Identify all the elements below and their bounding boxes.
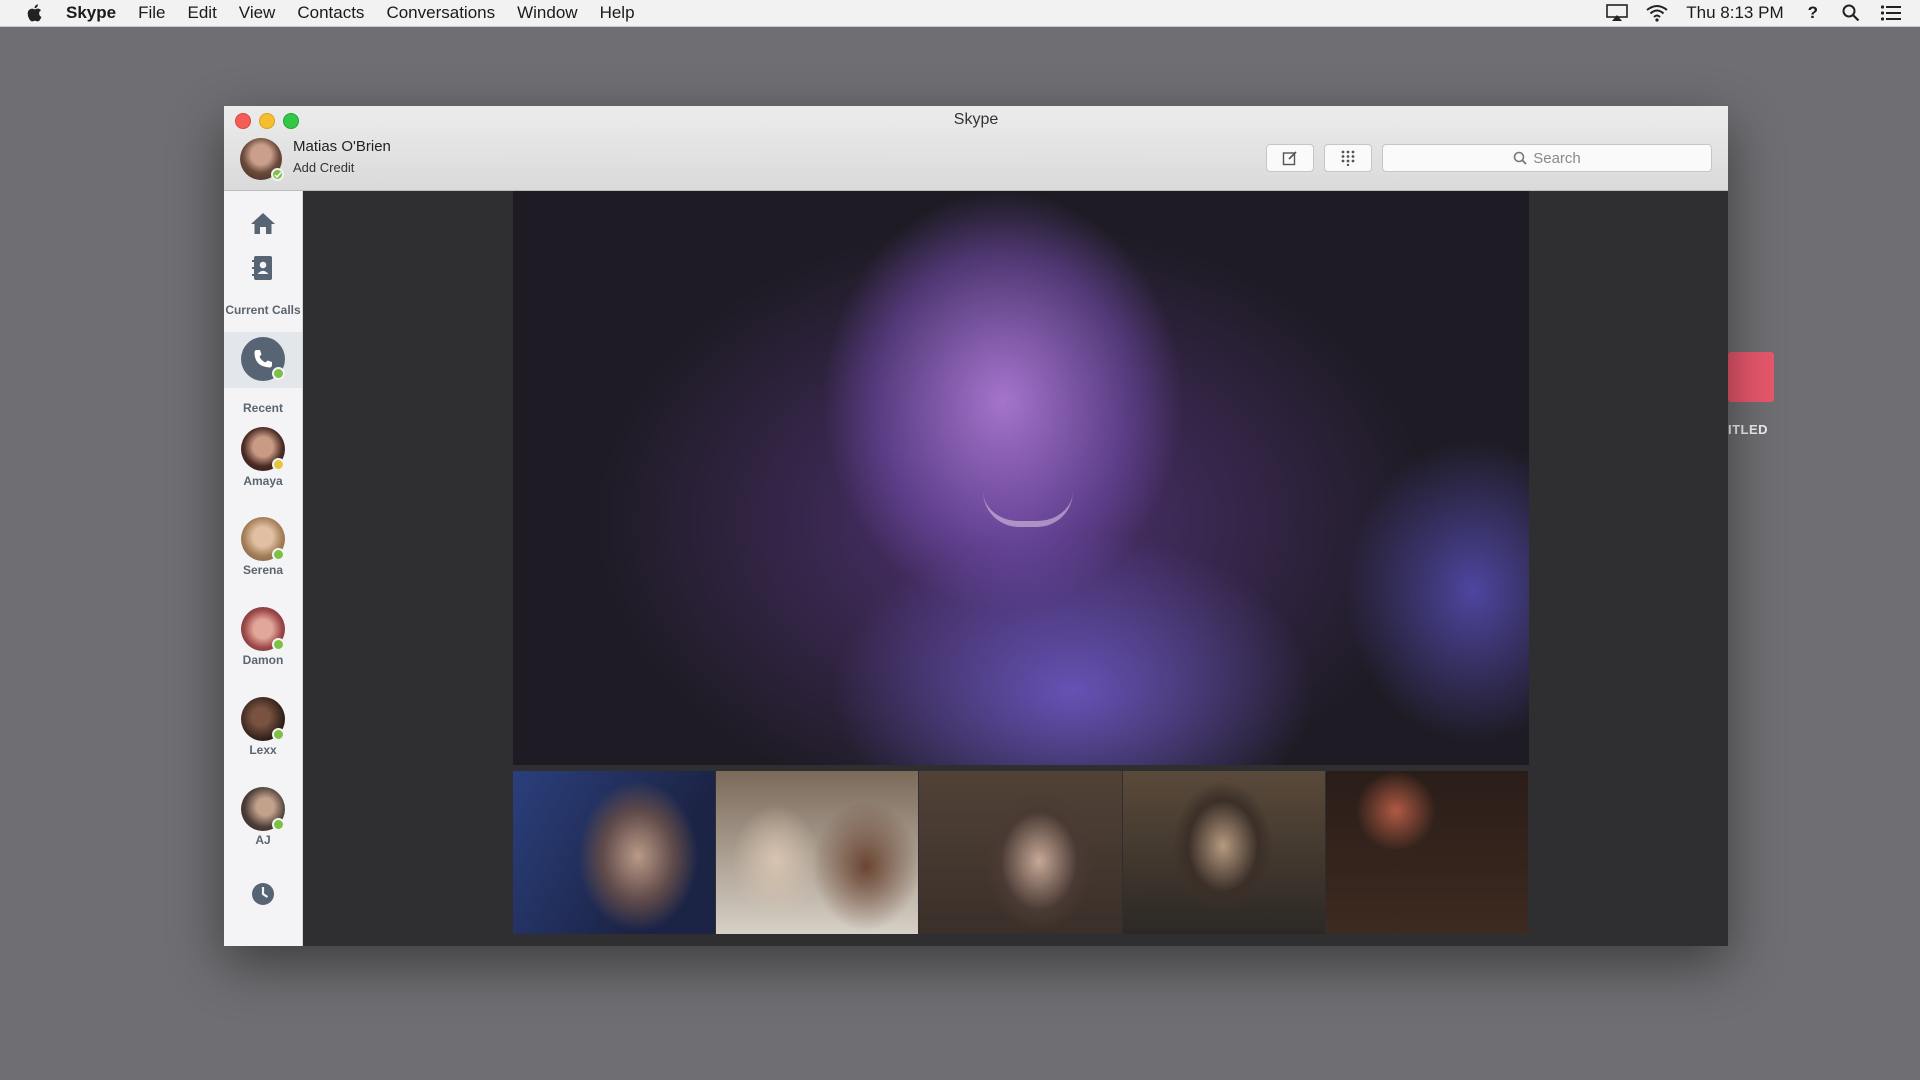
spotlight-search-icon[interactable] xyxy=(1840,2,1862,24)
menu-view[interactable]: View xyxy=(239,0,276,26)
online-status-icon xyxy=(272,818,285,831)
contact-name-aj[interactable]: AJ xyxy=(224,834,302,847)
search-input[interactable]: Search xyxy=(1382,144,1712,172)
participant-video-thumbnail[interactable] xyxy=(716,771,920,934)
menubar-clock[interactable]: Thu 8:13 PM xyxy=(1686,3,1783,23)
add-credit-link[interactable]: Add Credit xyxy=(293,160,354,175)
history-button[interactable] xyxy=(224,882,302,906)
menu-edit[interactable]: Edit xyxy=(188,0,217,26)
help-menu-icon[interactable]: ? xyxy=(1808,3,1818,23)
menu-app-skype[interactable]: Skype xyxy=(66,0,116,26)
dialpad-button[interactable] xyxy=(1324,144,1372,172)
home-icon xyxy=(251,213,275,234)
skype-window: Skype Matias O'Brien Add Credit Search C… xyxy=(224,106,1728,946)
desktop-file-icon[interactable] xyxy=(1728,352,1774,402)
online-status-icon xyxy=(272,638,285,651)
wifi-icon[interactable] xyxy=(1646,2,1668,24)
search-placeholder: Search xyxy=(1533,149,1581,167)
participant-video-thumbnail[interactable] xyxy=(1325,771,1530,934)
menu-window[interactable]: Window xyxy=(517,0,577,26)
apple-icon[interactable] xyxy=(24,2,46,24)
current-calls-label: Current Calls xyxy=(225,303,301,317)
notification-center-icon[interactable] xyxy=(1880,2,1902,24)
phone-icon xyxy=(254,350,272,368)
contact-name-amaya[interactable]: Amaya xyxy=(224,475,302,488)
window-titlebar: Skype Matias O'Brien Add Credit Search xyxy=(224,106,1728,191)
participant-thumbnails xyxy=(513,771,1530,934)
menu-bar: Skype File Edit View Contacts Conversati… xyxy=(0,0,1920,27)
online-status-icon xyxy=(272,728,285,741)
contacts-book-icon xyxy=(252,256,272,280)
online-status-icon xyxy=(272,548,285,561)
main-video-feed[interactable] xyxy=(513,191,1529,765)
away-status-icon xyxy=(272,458,285,471)
contact-name-damon[interactable]: Damon xyxy=(224,654,302,667)
menu-file[interactable]: File xyxy=(138,0,165,26)
contacts-button[interactable] xyxy=(224,255,302,281)
contact-name-lexx[interactable]: Lexx xyxy=(224,744,302,757)
call-stage xyxy=(303,191,1728,946)
participant-video-thumbnail[interactable] xyxy=(1122,771,1326,934)
sidebar: Current Calls Recent Amaya Serena Damon … xyxy=(224,191,303,946)
home-button[interactable] xyxy=(224,211,302,235)
desktop-file-label[interactable]: ITLED xyxy=(1728,422,1768,437)
menu-contacts[interactable]: Contacts xyxy=(297,0,364,26)
profile-name[interactable]: Matias O'Brien xyxy=(293,138,391,155)
video-subject xyxy=(983,491,1073,527)
menu-conversations[interactable]: Conversations xyxy=(386,0,495,26)
clock-icon xyxy=(252,883,274,905)
call-active-status-icon xyxy=(272,367,285,380)
search-icon xyxy=(1513,151,1527,165)
compose-icon xyxy=(1282,151,1297,166)
recent-label: Recent xyxy=(242,401,283,415)
window-title: Skype xyxy=(953,111,999,128)
new-conversation-button[interactable] xyxy=(1266,144,1314,172)
menu-help[interactable]: Help xyxy=(600,0,635,26)
participant-video-thumbnail[interactable] xyxy=(513,771,717,934)
profile-online-status-icon xyxy=(271,168,284,181)
airplay-icon[interactable] xyxy=(1606,2,1629,24)
contact-name-serena[interactable]: Serena xyxy=(224,564,302,577)
participant-video-thumbnail[interactable] xyxy=(919,771,1123,934)
dialpad-icon xyxy=(1341,150,1355,166)
